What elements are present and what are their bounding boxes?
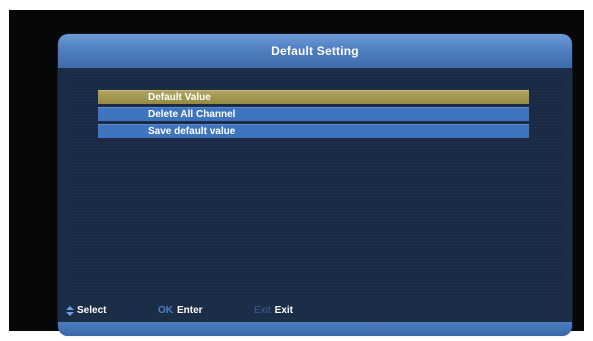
key-hint-bar: Select OK Enter Exit Exit (66, 302, 564, 322)
menu-item-label: Default Value (148, 92, 211, 103)
hint-select-label: Select (77, 305, 107, 316)
dialog-title: Default Setting (271, 44, 359, 58)
menu-item-save-default-value[interactable]: Save default value (98, 124, 529, 138)
menu-item-default-value[interactable]: Default Value (98, 90, 529, 104)
hint-enter: OK Enter (158, 305, 203, 316)
bottom-bar (58, 322, 572, 336)
ok-key-label: OK (158, 305, 173, 316)
default-setting-dialog: Default Setting Default Value Delete All… (58, 34, 572, 336)
menu-item-label: Delete All Channel (148, 109, 236, 120)
settings-menu: Default Value Delete All Channel Save de… (98, 90, 529, 141)
menu-item-delete-all-channel[interactable]: Delete All Channel (98, 107, 529, 121)
hint-enter-label: Enter (177, 305, 203, 316)
exit-key-label: Exit (254, 305, 271, 316)
title-bar: Default Setting (58, 34, 572, 68)
hint-exit: Exit Exit (254, 305, 293, 316)
menu-item-label: Save default value (148, 126, 236, 137)
up-down-arrows-icon (66, 305, 74, 316)
hint-select: Select (66, 305, 106, 316)
hint-exit-label: Exit (274, 305, 294, 316)
tv-screen: Default Setting Default Value Delete All… (9, 10, 584, 336)
